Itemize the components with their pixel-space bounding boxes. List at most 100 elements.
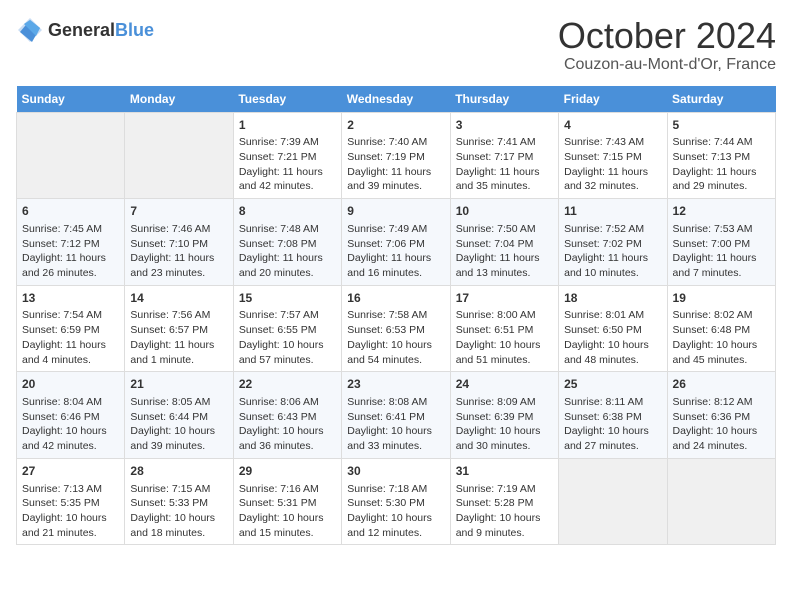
sunrise-text: Sunrise: 7:57 AM [239, 309, 319, 321]
calendar-day-cell: 6Sunrise: 7:45 AMSunset: 7:12 PMDaylight… [17, 199, 125, 286]
day-number: 21 [130, 376, 227, 393]
sunset-text: Sunset: 6:51 PM [456, 324, 534, 336]
daylight-text: Daylight: 10 hours and 27 minutes. [564, 425, 649, 452]
sunrise-text: Sunrise: 8:00 AM [456, 309, 536, 321]
calendar-day-cell: 16Sunrise: 7:58 AMSunset: 6:53 PMDayligh… [342, 285, 450, 372]
calendar-day-cell: 18 Sunrise: 8:01 AM Sunset: 6:50 PM Dayligh… [559, 285, 667, 372]
daylight-text: Daylight: 11 hours and 35 minutes. [456, 166, 540, 193]
sunrise-text: Sunrise: 8:05 AM [130, 396, 210, 408]
calendar-day-cell: 19Sunrise: 8:02 AMSunset: 6:48 PMDayligh… [667, 285, 775, 372]
daylight-text: Daylight: 10 hours and 15 minutes. [239, 512, 324, 539]
day-number: 28 [130, 463, 227, 480]
day-number: 14 [130, 290, 227, 307]
day-number: 18 [564, 290, 661, 307]
day-number: 22 [239, 376, 336, 393]
day-number: 5 [673, 117, 770, 134]
daylight-text: Daylight: 11 hours and 1 minute. [130, 339, 214, 366]
calendar-day-cell: 23Sunrise: 8:08 AMSunset: 6:41 PMDayligh… [342, 372, 450, 459]
day-number: 24 [456, 376, 553, 393]
calendar-day-cell [667, 458, 775, 545]
daylight-text: Daylight: 10 hours and 48 minutes. [564, 339, 649, 366]
sunrise-text: Sunrise: 8:06 AM [239, 396, 319, 408]
sunrise-text: Sunrise: 7:52 AM [564, 223, 644, 235]
sunset-text: Sunset: 7:12 PM [22, 238, 100, 250]
sunrise-text: Sunrise: 7:19 AM [456, 483, 536, 495]
sunset-text: Sunset: 5:33 PM [130, 497, 208, 509]
calendar-day-cell: 30Sunrise: 7:18 AMSunset: 5:30 PMDayligh… [342, 458, 450, 545]
calendar-day-cell: 15Sunrise: 7:57 AMSunset: 6:55 PMDayligh… [233, 285, 341, 372]
day-number: 23 [347, 376, 444, 393]
day-number: 25 [564, 376, 661, 393]
calendar-day-cell: 28Sunrise: 7:15 AMSunset: 5:33 PMDayligh… [125, 458, 233, 545]
sunrise-text: Sunrise: 7:44 AM [673, 136, 753, 148]
day-number: 1 [239, 117, 336, 134]
sunrise-text: Sunrise: 8:08 AM [347, 396, 427, 408]
sunrise-text: Sunrise: 7:15 AM [130, 483, 210, 495]
sunset-text: Sunset: 7:00 PM [673, 238, 751, 250]
day-of-week-header: Sunday [17, 86, 125, 113]
sunrise-text: Sunrise: 8:12 AM [673, 396, 753, 408]
calendar-day-cell: 22Sunrise: 8:06 AMSunset: 6:43 PMDayligh… [233, 372, 341, 459]
day-number: 7 [130, 203, 227, 220]
calendar-day-cell: 25Sunrise: 8:11 AMSunset: 6:38 PMDayligh… [559, 372, 667, 459]
daylight-text: Daylight: 10 hours and 21 minutes. [22, 512, 107, 539]
sunset-text: Sunset: 7:21 PM [239, 151, 317, 163]
calendar-day-cell: 9Sunrise: 7:49 AMSunset: 7:06 PMDaylight… [342, 199, 450, 286]
sunset-text: Sunset: 7:06 PM [347, 238, 425, 250]
logo: General Blue [16, 16, 154, 44]
logo-text: General Blue [48, 21, 154, 39]
calendar-day-cell: 26 Sunrise: 8:12 AM Sunset: 6:36 PM Dayligh… [667, 372, 775, 459]
sunset-text: Sunset: 6:38 PM [564, 411, 642, 423]
sunrise-text: Sunrise: 7:18 AM [347, 483, 427, 495]
calendar-week-row: 13Sunrise: 7:54 AMSunset: 6:59 PMDayligh… [17, 285, 776, 372]
sunrise-text: Sunrise: 7:45 AM [22, 223, 102, 235]
sunset-text: Sunset: 7:19 PM [347, 151, 425, 163]
sunset-text: Sunset: 7:13 PM [673, 151, 751, 163]
daylight-text: Daylight: 11 hours and 39 minutes. [347, 166, 431, 193]
sunset-text: Sunset: 5:31 PM [239, 497, 317, 509]
sunrise-text: Sunrise: 7:54 AM [22, 309, 102, 321]
sunset-text: Sunset: 6:53 PM [347, 324, 425, 336]
day-number: 19 [673, 290, 770, 307]
calendar-day-cell: 12Sunrise: 7:53 AMSunset: 7:00 PMDayligh… [667, 199, 775, 286]
daylight-text: Daylight: 10 hours and 42 minutes. [22, 425, 107, 452]
month-title: October 2024 [558, 16, 776, 56]
daylight-text: Daylight: 10 hours and 24 minutes. [673, 425, 758, 452]
calendar-week-row: 27Sunrise: 7:13 AMSunset: 5:35 PMDayligh… [17, 458, 776, 545]
sunset-text: Sunset: 6:41 PM [347, 411, 425, 423]
calendar-week-row: 1Sunrise: 7:39 AMSunset: 7:21 PMDaylight… [17, 112, 776, 199]
sunset-text: Sunset: 5:30 PM [347, 497, 425, 509]
day-number: 26 [673, 376, 770, 393]
calendar-day-cell: 17Sunrise: 8:00 AMSunset: 6:51 PMDayligh… [450, 285, 558, 372]
sunset-text: Sunset: 7:08 PM [239, 238, 317, 250]
sunset-text: Sunset: 6:50 PM [564, 324, 642, 336]
calendar-day-cell: 7Sunrise: 7:46 AMSunset: 7:10 PMDaylight… [125, 199, 233, 286]
sunrise-text: Sunrise: 8:01 AM [564, 309, 644, 321]
sunrise-text: Sunrise: 7:13 AM [22, 483, 102, 495]
logo-blue: Blue [115, 21, 154, 39]
sunset-text: Sunset: 7:02 PM [564, 238, 642, 250]
calendar-day-cell: 11Sunrise: 7:52 AMSunset: 7:02 PMDayligh… [559, 199, 667, 286]
daylight-text: Daylight: 11 hours and 42 minutes. [239, 166, 323, 193]
calendar-day-cell: 20Sunrise: 8:04 AMSunset: 6:46 PMDayligh… [17, 372, 125, 459]
day-number: 3 [456, 117, 553, 134]
day-number: 17 [456, 290, 553, 307]
day-number: 9 [347, 203, 444, 220]
sunset-text: Sunset: 6:36 PM [673, 411, 751, 423]
day-number: 27 [22, 463, 119, 480]
daylight-text: Daylight: 10 hours and 30 minutes. [456, 425, 541, 452]
day-of-week-header: Friday [559, 86, 667, 113]
daylight-text: Daylight: 11 hours and 16 minutes. [347, 252, 431, 279]
sunset-text: Sunset: 7:15 PM [564, 151, 642, 163]
calendar-day-cell [125, 112, 233, 199]
sunset-text: Sunset: 6:57 PM [130, 324, 208, 336]
page-header: General Blue October 2024 Couzon-au-Mont… [16, 16, 776, 74]
sunrise-text: Sunrise: 7:58 AM [347, 309, 427, 321]
day-number: 13 [22, 290, 119, 307]
daylight-text: Daylight: 11 hours and 23 minutes. [130, 252, 214, 279]
sunrise-text: Sunrise: 8:04 AM [22, 396, 102, 408]
calendar-day-cell: 5Sunrise: 7:44 AMSunset: 7:13 PMDaylight… [667, 112, 775, 199]
sunset-text: Sunset: 5:28 PM [456, 497, 534, 509]
calendar-day-cell: 29Sunrise: 7:16 AMSunset: 5:31 PMDayligh… [233, 458, 341, 545]
daylight-text: Daylight: 10 hours and 9 minutes. [456, 512, 541, 539]
